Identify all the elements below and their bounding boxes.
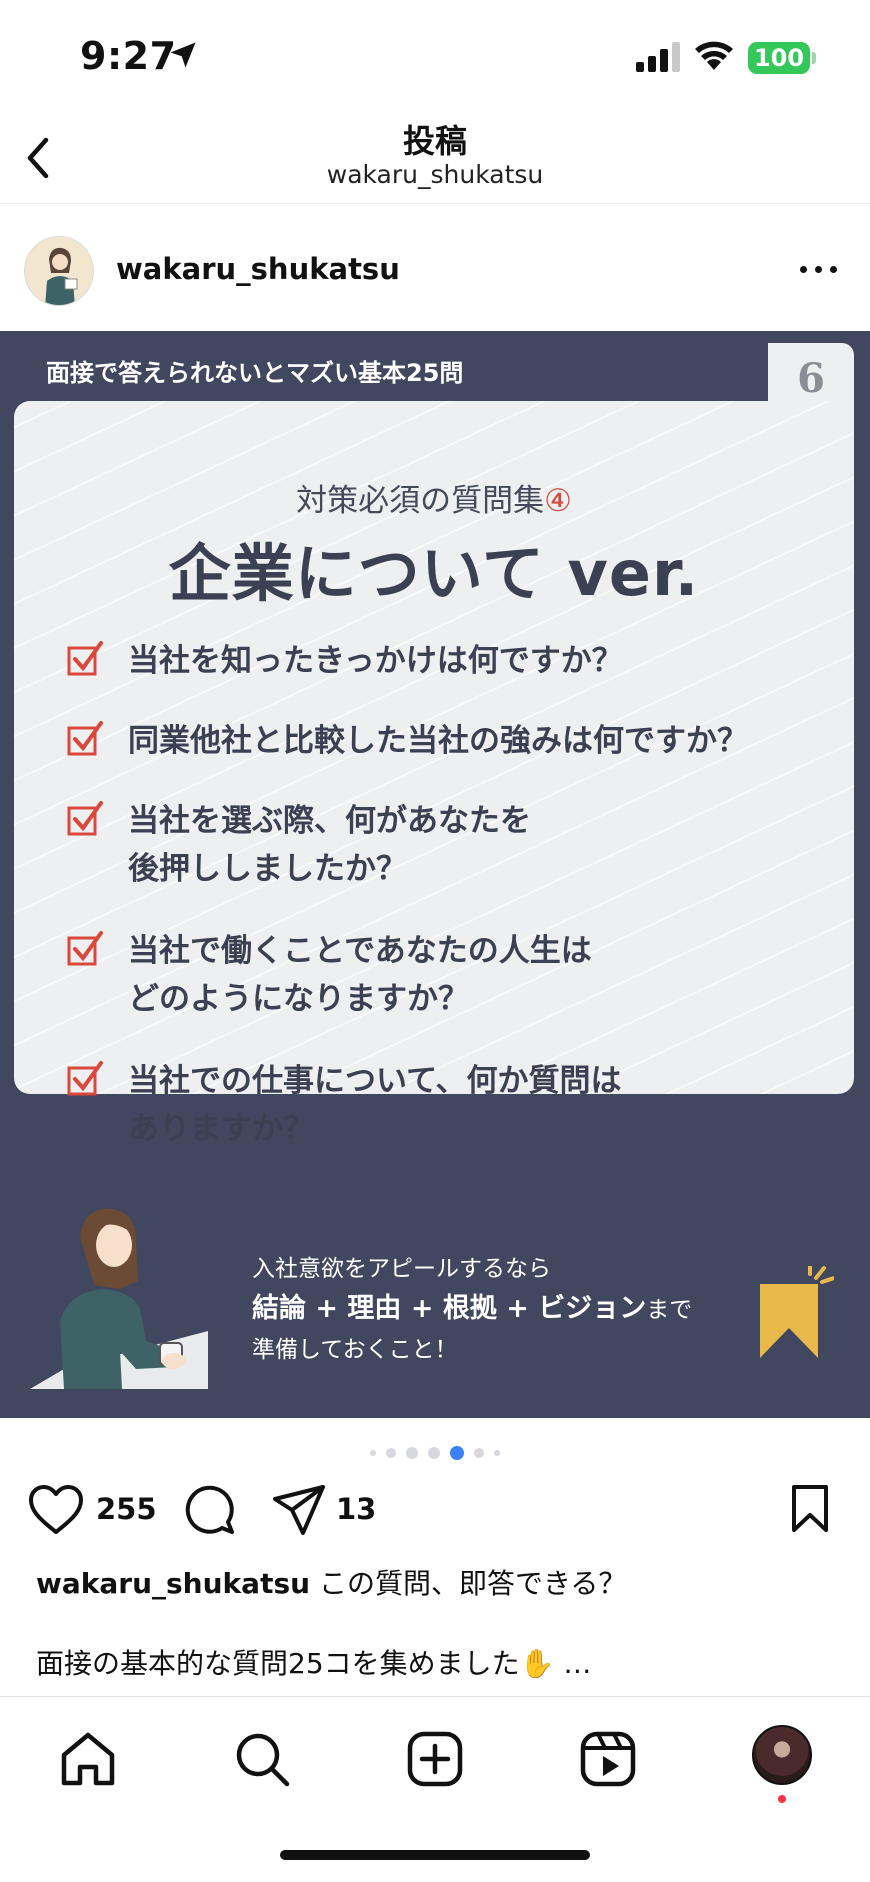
post-image[interactable]: 面接で答えられないとマズい基本25問 6 対策必須の質問集④ 企業について ve… xyxy=(0,331,870,1418)
slide-page-number: 6 xyxy=(797,355,825,402)
question-text-line2: 後押ししましたか？ xyxy=(128,851,407,887)
page-header: 投稿 wakaru_shukatsu xyxy=(0,110,870,204)
carousel-dot xyxy=(474,1447,484,1458)
checkbox-checked-icon xyxy=(67,641,103,676)
tip-line3: 準備しておくこと！ xyxy=(252,1337,458,1363)
more-horizontal-icon[interactable] xyxy=(800,260,840,280)
caption-text: この質問、即答できる？ xyxy=(318,1567,627,1600)
search-icon[interactable] xyxy=(232,1729,292,1789)
slide-headline: 企業について ver. xyxy=(168,537,700,610)
home-indicator xyxy=(280,1850,590,1860)
cellular-signal-icon xyxy=(636,42,680,72)
question-text: 同業他社と比較した当社の強みは何ですか？ xyxy=(128,723,748,759)
question-text-line2: ありますか？ xyxy=(128,1111,314,1147)
carousel-dot xyxy=(406,1446,418,1459)
reels-icon[interactable] xyxy=(578,1729,638,1789)
checkbox-checked-icon xyxy=(67,801,103,836)
notification-dot xyxy=(778,1795,786,1803)
share-count[interactable]: 13 xyxy=(336,1492,376,1526)
post-username[interactable]: wakaru_shukatsu xyxy=(116,252,400,286)
page-subtitle[interactable]: wakaru_shukatsu xyxy=(0,160,870,189)
tip-after-bold: まで xyxy=(646,1297,693,1323)
caption-line2[interactable]: 面接の基本的な質問25コを集めました✋ … xyxy=(36,1642,591,1682)
avatar-illustration xyxy=(45,247,78,305)
slide-series-title: 面接で答えられないとマズい基本25問 xyxy=(46,359,464,387)
slide-tip: 入社意欲をアピールするなら 結論 + 理由 + 根拠 + ビジョンまで 準備して… xyxy=(252,1249,692,1370)
post-actions: 255 13 xyxy=(0,1480,870,1546)
caption-username[interactable]: wakaru_shukatsu xyxy=(36,1567,310,1600)
carousel-dot xyxy=(386,1447,396,1458)
page-title: 投稿 xyxy=(402,122,467,160)
carousel-indicator xyxy=(0,1442,870,1460)
carousel-dot xyxy=(494,1449,500,1456)
checkbox-checked-icon xyxy=(67,1061,103,1096)
tip-line1: 入社意欲をアピールするなら xyxy=(252,1256,551,1282)
battery-tip xyxy=(812,52,816,64)
slide-subtitle-text: 対策必須の質問集 xyxy=(296,483,545,519)
create-icon[interactable] xyxy=(405,1729,465,1789)
bookmark-decoration-icon xyxy=(760,1266,834,1358)
question-text-line2: どのようになりますか？ xyxy=(128,981,469,1017)
battery-indicator: 100 xyxy=(748,42,810,74)
question-text: 当社を知ったきっかけは何ですか？ xyxy=(128,643,623,679)
comment-icon[interactable] xyxy=(184,1484,236,1536)
heart-icon[interactable] xyxy=(28,1484,84,1536)
avatar[interactable] xyxy=(24,236,94,306)
post-header: wakaru_shukatsu xyxy=(0,226,870,322)
location-arrow-icon xyxy=(170,42,196,68)
slide-card: 対策必須の質問集④ 企業について ver. 当社を知ったきっかけは何ですか？ 同… xyxy=(14,401,854,1147)
status-bar: 9:27 100 xyxy=(0,0,870,110)
home-icon[interactable] xyxy=(58,1729,118,1789)
carousel-dot-active xyxy=(450,1445,464,1460)
caption[interactable]: wakaru_shukatsu この質問、即答できる？ xyxy=(36,1562,626,1602)
checkbox-checked-icon xyxy=(67,721,103,756)
question-text: 当社を選ぶ際、何があなたを xyxy=(128,803,531,839)
woman-with-cup-illustration xyxy=(30,1208,208,1389)
bookmark-icon[interactable] xyxy=(790,1484,830,1534)
wifi-icon xyxy=(695,41,733,70)
status-time: 9:27 xyxy=(80,34,177,78)
profile-avatar[interactable] xyxy=(752,1725,812,1785)
slide-subtitle-number: ④ xyxy=(544,483,572,519)
question-text: 当社での仕事について、何か質問は xyxy=(128,1063,622,1099)
slide-subtitle: 対策必須の質問集④ xyxy=(14,475,854,520)
question-text: 当社で働くことであなたの人生は xyxy=(128,933,592,969)
send-icon[interactable] xyxy=(272,1484,326,1536)
checkbox-checked-icon xyxy=(67,931,103,966)
carousel-dot xyxy=(428,1446,440,1459)
carousel-dot xyxy=(370,1449,376,1456)
tip-bold: 結論 + 理由 + 根拠 + ビジョン xyxy=(252,1293,647,1324)
like-count[interactable]: 255 xyxy=(96,1492,157,1526)
